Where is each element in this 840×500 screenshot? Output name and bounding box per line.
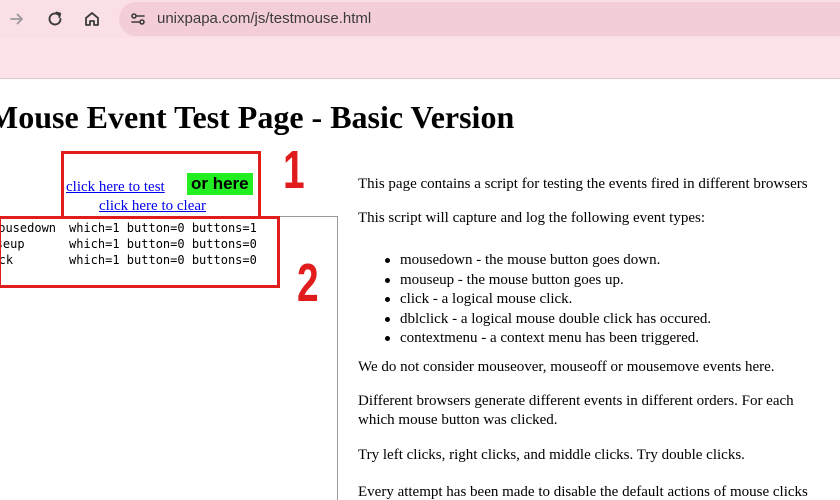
mouseover-paragraph: We do not consider mouseover, mouseoff o… <box>358 359 775 375</box>
try-paragraph: Try left clicks, right clicks, and middl… <box>358 447 745 463</box>
highlight-box-2 <box>0 216 280 288</box>
page-title: Mouse Event Test Page - Basic Version <box>0 99 515 135</box>
address-bar[interactable]: unixpapa.com/js/testmouse.html <box>119 2 840 36</box>
highlight-box-1 <box>61 151 261 219</box>
intro-paragraph: This page contains a script for testing … <box>358 176 808 192</box>
capture-paragraph: This script will capture and log the fol… <box>358 210 706 226</box>
attempt-paragraph: Every attempt has been made to disable t… <box>358 484 808 500</box>
list-item: contextmenu - a context menu has been tr… <box>358 329 711 349</box>
list-item: click - a logical mouse click. <box>358 290 711 310</box>
page-content: Mouse Event Test Page - Basic Version cl… <box>0 79 840 500</box>
bookmark-bar <box>0 38 840 79</box>
browsers-paragraph-line2: which mouse button was clicked. <box>358 412 558 428</box>
browsers-paragraph-line1: Different browsers generate different ev… <box>358 393 794 409</box>
annotation-label-1: 1 <box>283 140 305 200</box>
forward-icon[interactable] <box>7 9 27 29</box>
reload-icon[interactable] <box>45 9 65 29</box>
event-type-list: mousedown - the mouse button goes down. … <box>358 251 711 349</box>
list-item: mouseup - the mouse button goes up. <box>358 271 711 291</box>
browser-toolbar: unixpapa.com/js/testmouse.html <box>0 0 840 38</box>
list-item: dblclick - a logical mouse double click … <box>358 310 711 330</box>
annotation-label-2: 2 <box>297 253 319 313</box>
url-text[interactable]: unixpapa.com/js/testmouse.html <box>157 10 371 27</box>
site-info-icon[interactable] <box>129 10 147 28</box>
list-item: mousedown - the mouse button goes down. <box>358 251 711 271</box>
home-icon[interactable] <box>82 9 102 29</box>
